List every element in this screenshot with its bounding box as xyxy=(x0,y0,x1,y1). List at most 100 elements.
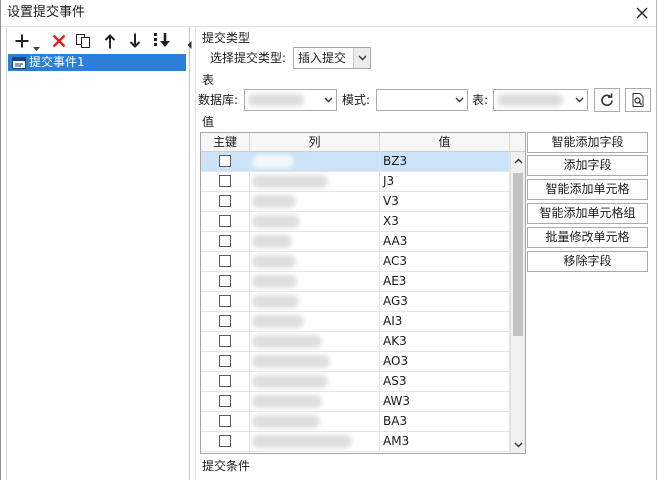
column-cell[interactable] xyxy=(250,232,380,251)
primary-key-cell xyxy=(201,212,250,231)
column-cell[interactable] xyxy=(250,372,380,391)
batch-modify-cells-button[interactable]: 批量修改单元格 xyxy=(527,227,648,248)
refresh-button[interactable] xyxy=(594,88,620,112)
table-row[interactable]: AA3 xyxy=(201,232,510,252)
value-cell[interactable]: AO3 xyxy=(380,352,510,371)
primary-key-checkbox[interactable] xyxy=(219,275,231,287)
column-cell[interactable] xyxy=(250,192,380,211)
primary-key-checkbox[interactable] xyxy=(219,155,231,167)
column-header-column[interactable]: 列 xyxy=(250,133,380,151)
table-row[interactable]: J3 xyxy=(201,172,510,192)
remove-field-button[interactable]: 移除字段 xyxy=(527,251,648,272)
table-row[interactable]: AC3 xyxy=(201,252,510,272)
table-row[interactable]: AE3 xyxy=(201,272,510,292)
primary-key-checkbox[interactable] xyxy=(219,235,231,247)
delete-icon xyxy=(52,34,66,48)
value-cell[interactable]: V3 xyxy=(380,192,510,211)
value-cell[interactable]: AW3 xyxy=(380,392,510,411)
primary-key-checkbox[interactable] xyxy=(219,355,231,367)
column-cell[interactable] xyxy=(250,272,380,291)
sort-button[interactable] xyxy=(153,32,173,52)
primary-key-checkbox[interactable] xyxy=(219,195,231,207)
value-cell[interactable]: AA3 xyxy=(380,232,510,251)
tree-item-submit-event[interactable]: 提交事件1 xyxy=(8,54,186,71)
table-row[interactable]: AW3 xyxy=(201,392,510,412)
move-up-button[interactable] xyxy=(104,33,116,52)
column-cell[interactable] xyxy=(250,212,380,231)
primary-key-checkbox[interactable] xyxy=(219,435,231,447)
column-cell[interactable] xyxy=(250,252,380,271)
primary-key-checkbox[interactable] xyxy=(219,175,231,187)
column-cell[interactable] xyxy=(250,352,380,371)
value-cell[interactable]: AE3 xyxy=(380,272,510,291)
table-row[interactable]: AG3 xyxy=(201,292,510,312)
column-cell[interactable] xyxy=(250,332,380,351)
primary-key-checkbox[interactable] xyxy=(219,255,231,267)
value-cell[interactable]: BZ3 xyxy=(380,152,510,171)
column-header-primary-key[interactable]: 主键 xyxy=(201,133,250,151)
column-cell[interactable] xyxy=(250,292,380,311)
close-button[interactable] xyxy=(635,6,649,20)
table-row[interactable]: X3 xyxy=(201,212,510,232)
table-label: 表: xyxy=(472,93,489,107)
primary-key-checkbox[interactable] xyxy=(219,415,231,427)
scroll-thumb[interactable] xyxy=(513,173,523,336)
table-row[interactable]: AM3 xyxy=(201,432,510,452)
primary-key-checkbox[interactable] xyxy=(219,395,231,407)
primary-key-checkbox[interactable] xyxy=(219,335,231,347)
smart-add-cell-group-button[interactable]: 智能添加单元格组 xyxy=(527,203,648,224)
table-row[interactable]: V3 xyxy=(201,192,510,212)
add-dropdown-button[interactable] xyxy=(33,40,40,54)
column-cell[interactable] xyxy=(250,392,380,411)
value-cell[interactable]: AI3 xyxy=(380,312,510,331)
primary-key-checkbox[interactable] xyxy=(219,375,231,387)
table-scrollbar[interactable] xyxy=(510,152,525,453)
value-cell[interactable]: AK3 xyxy=(380,332,510,351)
add-button[interactable] xyxy=(14,33,30,52)
table-dropdown[interactable] xyxy=(571,90,587,110)
value-cell[interactable]: X3 xyxy=(380,212,510,231)
primary-key-checkbox[interactable] xyxy=(219,315,231,327)
database-select[interactable] xyxy=(244,89,337,111)
table-row[interactable]: BA3 xyxy=(201,412,510,432)
primary-key-checkbox[interactable] xyxy=(219,295,231,307)
blurred-column-name xyxy=(252,255,296,268)
move-down-button[interactable] xyxy=(129,33,141,52)
column-cell[interactable] xyxy=(250,172,380,191)
primary-key-checkbox[interactable] xyxy=(219,215,231,227)
database-dropdown[interactable] xyxy=(320,90,336,110)
smart-add-cell-button[interactable]: 智能添加单元格 xyxy=(527,179,648,200)
collapse-chevron-icon[interactable] xyxy=(187,41,192,49)
table-row[interactable]: AO3 xyxy=(201,352,510,372)
pane-splitter[interactable] xyxy=(187,27,196,480)
value-cell[interactable]: AM3 xyxy=(380,432,510,451)
preview-button[interactable] xyxy=(625,88,651,112)
schema-select[interactable] xyxy=(376,89,468,111)
value-cell[interactable]: J3 xyxy=(380,172,510,191)
title-bar: 设置提交事件 xyxy=(1,0,656,27)
smart-add-field-button[interactable]: 智能添加字段 xyxy=(527,132,648,153)
scroll-up-button[interactable] xyxy=(511,152,525,169)
column-cell[interactable] xyxy=(250,152,380,171)
value-cell[interactable]: BA3 xyxy=(380,412,510,431)
add-field-button[interactable]: 添加字段 xyxy=(527,155,648,176)
submit-type-select[interactable]: 插入提交 xyxy=(293,47,371,69)
value-cell[interactable]: AC3 xyxy=(380,252,510,271)
submit-type-dropdown[interactable] xyxy=(353,48,370,68)
column-header-value[interactable]: 值 xyxy=(380,133,510,151)
table-row[interactable]: AK3 xyxy=(201,332,510,352)
copy-button[interactable] xyxy=(75,33,91,52)
table-select[interactable] xyxy=(493,89,588,111)
column-cell[interactable] xyxy=(250,432,380,451)
delete-button[interactable] xyxy=(52,34,66,51)
value-cell[interactable]: AS3 xyxy=(380,372,510,391)
value-cell[interactable]: AG3 xyxy=(380,292,510,311)
table-row[interactable]: BZ3 xyxy=(201,152,510,172)
column-cell[interactable] xyxy=(250,412,380,431)
schema-dropdown[interactable] xyxy=(451,90,467,110)
scroll-down-button[interactable] xyxy=(511,436,525,453)
table-row[interactable]: AI3 xyxy=(201,312,510,332)
table-row[interactable]: AS3 xyxy=(201,372,510,392)
column-cell[interactable] xyxy=(250,312,380,331)
blurred-column-name xyxy=(252,275,297,288)
